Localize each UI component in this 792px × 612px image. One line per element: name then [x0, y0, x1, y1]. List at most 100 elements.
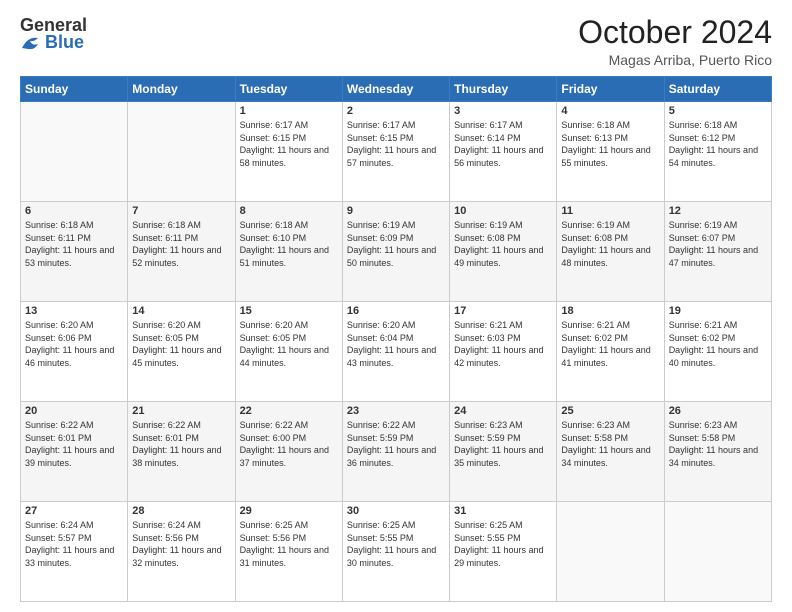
day-info: Sunrise: 6:23 AM Sunset: 5:58 PM Dayligh… — [669, 419, 767, 469]
calendar-cell: 16Sunrise: 6:20 AM Sunset: 6:04 PM Dayli… — [342, 302, 449, 402]
logo: General Blue — [20, 15, 87, 53]
day-info: Sunrise: 6:21 AM Sunset: 6:02 PM Dayligh… — [561, 319, 659, 369]
day-info: Sunrise: 6:18 AM Sunset: 6:11 PM Dayligh… — [132, 219, 230, 269]
calendar-week-row: 20Sunrise: 6:22 AM Sunset: 6:01 PM Dayli… — [21, 402, 772, 502]
day-number: 5 — [669, 105, 767, 117]
day-number: 23 — [347, 405, 445, 417]
day-number: 12 — [669, 205, 767, 217]
day-info: Sunrise: 6:25 AM Sunset: 5:56 PM Dayligh… — [240, 519, 338, 569]
day-number: 2 — [347, 105, 445, 117]
calendar-cell: 25 Sunrise: 6:23 AM Sunset: 5:58 PM Dayli… — [557, 402, 664, 502]
day-info: Sunrise: 6:20 AM Sunset: 6:05 PM Dayligh… — [132, 319, 230, 369]
calendar-cell: 8 Sunrise: 6:18 AM Sunset: 6:10 PM Daylig… — [235, 202, 342, 302]
calendar-cell: 19Sunrise: 6:21 AM Sunset: 6:02 PM Dayli… — [664, 302, 771, 402]
location: Magas Arriba, Puerto Rico — [578, 52, 772, 68]
day-number: 27 — [25, 505, 123, 517]
day-info: Sunrise: 6:19 AM Sunset: 6:08 PM Dayligh… — [454, 219, 552, 269]
calendar-week-row: 13Sunrise: 6:20 AM Sunset: 6:06 PM Dayli… — [21, 302, 772, 402]
calendar-cell — [557, 502, 664, 602]
day-number: 30 — [347, 505, 445, 517]
calendar-cell: 13Sunrise: 6:20 AM Sunset: 6:06 PM Dayli… — [21, 302, 128, 402]
calendar-cell: 10 Sunrise: 6:19 AM Sunset: 6:08 PM Dayli… — [450, 202, 557, 302]
calendar-cell: 6 Sunrise: 6:18 AM Sunset: 6:11 PM Daylig… — [21, 202, 128, 302]
day-info: Sunrise: 6:18 AM Sunset: 6:10 PM Dayligh… — [240, 219, 338, 269]
calendar-cell: 29 Sunrise: 6:25 AM Sunset: 5:56 PM Dayli… — [235, 502, 342, 602]
logo-blue-text: Blue — [45, 32, 84, 53]
title-area: October 2024 Magas Arriba, Puerto Rico — [578, 15, 772, 68]
calendar-cell — [664, 502, 771, 602]
calendar-cell: 1 Sunrise: 6:17 AM Sunset: 6:15 PM Daylig… — [235, 102, 342, 202]
day-number: 21 — [132, 405, 230, 417]
month-title: October 2024 — [578, 15, 772, 50]
day-info: Sunrise: 6:21 AM Sunset: 6:03 PM Dayligh… — [454, 319, 552, 369]
calendar-cell: 27Sunrise: 6:24 AM Sunset: 5:57 PM Dayli… — [21, 502, 128, 602]
header: General Blue October 2024 Magas Arriba, … — [20, 15, 772, 68]
day-number: 7 — [132, 205, 230, 217]
calendar-cell: 20Sunrise: 6:22 AM Sunset: 6:01 PM Dayli… — [21, 402, 128, 502]
calendar-day-header: Friday — [557, 77, 664, 102]
calendar-cell: 31 Sunrise: 6:25 AM Sunset: 5:55 PM Dayli… — [450, 502, 557, 602]
day-info: Sunrise: 6:19 AM Sunset: 6:08 PM Dayligh… — [561, 219, 659, 269]
calendar-day-header: Saturday — [664, 77, 771, 102]
day-info: Sunrise: 6:17 AM Sunset: 6:15 PM Dayligh… — [240, 119, 338, 169]
calendar-cell: 7 Sunrise: 6:18 AM Sunset: 6:11 PM Daylig… — [128, 202, 235, 302]
calendar-cell: 24Sunrise: 6:23 AM Sunset: 5:59 PM Dayli… — [450, 402, 557, 502]
calendar-day-header: Sunday — [21, 77, 128, 102]
day-number: 6 — [25, 205, 123, 217]
day-number: 17 — [454, 305, 552, 317]
calendar-day-header: Monday — [128, 77, 235, 102]
calendar-cell — [21, 102, 128, 202]
day-number: 31 — [454, 505, 552, 517]
calendar-cell — [128, 102, 235, 202]
day-number: 29 — [240, 505, 338, 517]
day-number: 28 — [132, 505, 230, 517]
day-info: Sunrise: 6:20 AM Sunset: 6:06 PM Dayligh… — [25, 319, 123, 369]
day-number: 20 — [25, 405, 123, 417]
day-info: Sunrise: 6:18 AM Sunset: 6:12 PM Dayligh… — [669, 119, 767, 169]
day-info: Sunrise: 6:20 AM Sunset: 6:05 PM Dayligh… — [240, 319, 338, 369]
calendar-cell: 21Sunrise: 6:22 AM Sunset: 6:01 PM Dayli… — [128, 402, 235, 502]
day-number: 14 — [132, 305, 230, 317]
calendar-cell: 3 Sunrise: 6:17 AM Sunset: 6:14 PM Daylig… — [450, 102, 557, 202]
day-info: Sunrise: 6:22 AM Sunset: 5:59 PM Dayligh… — [347, 419, 445, 469]
calendar-cell: 9Sunrise: 6:19 AM Sunset: 6:09 PM Daylig… — [342, 202, 449, 302]
day-number: 15 — [240, 305, 338, 317]
day-info: Sunrise: 6:17 AM Sunset: 6:14 PM Dayligh… — [454, 119, 552, 169]
day-info: Sunrise: 6:25 AM Sunset: 5:55 PM Dayligh… — [454, 519, 552, 569]
day-number: 25 — [561, 405, 659, 417]
day-info: Sunrise: 6:18 AM Sunset: 6:11 PM Dayligh… — [25, 219, 123, 269]
day-number: 8 — [240, 205, 338, 217]
calendar-cell: 15 Sunrise: 6:20 AM Sunset: 6:05 PM Dayli… — [235, 302, 342, 402]
day-info: Sunrise: 6:23 AM Sunset: 5:58 PM Dayligh… — [561, 419, 659, 469]
page: General Blue October 2024 Magas Arriba, … — [0, 0, 792, 612]
day-info: Sunrise: 6:20 AM Sunset: 6:04 PM Dayligh… — [347, 319, 445, 369]
day-info: Sunrise: 6:22 AM Sunset: 6:00 PM Dayligh… — [240, 419, 338, 469]
day-info: Sunrise: 6:19 AM Sunset: 6:09 PM Dayligh… — [347, 219, 445, 269]
calendar-day-header: Tuesday — [235, 77, 342, 102]
day-info: Sunrise: 6:19 AM Sunset: 6:07 PM Dayligh… — [669, 219, 767, 269]
calendar-cell: 28 Sunrise: 6:24 AM Sunset: 5:56 PM Dayli… — [128, 502, 235, 602]
day-number: 19 — [669, 305, 767, 317]
day-info: Sunrise: 6:24 AM Sunset: 5:56 PM Dayligh… — [132, 519, 230, 569]
calendar-day-header: Wednesday — [342, 77, 449, 102]
calendar-cell: 4Sunrise: 6:18 AM Sunset: 6:13 PM Daylig… — [557, 102, 664, 202]
calendar-cell: 17 Sunrise: 6:21 AM Sunset: 6:03 PM Dayli… — [450, 302, 557, 402]
day-number: 1 — [240, 105, 338, 117]
calendar-cell: 30 Sunrise: 6:25 AM Sunset: 5:55 PM Dayli… — [342, 502, 449, 602]
day-info: Sunrise: 6:23 AM Sunset: 5:59 PM Dayligh… — [454, 419, 552, 469]
calendar-header-row: SundayMondayTuesdayWednesdayThursdayFrid… — [21, 77, 772, 102]
calendar-week-row: 1 Sunrise: 6:17 AM Sunset: 6:15 PM Daylig… — [21, 102, 772, 202]
calendar-week-row: 6 Sunrise: 6:18 AM Sunset: 6:11 PM Daylig… — [21, 202, 772, 302]
day-number: 10 — [454, 205, 552, 217]
day-info: Sunrise: 6:17 AM Sunset: 6:15 PM Dayligh… — [347, 119, 445, 169]
calendar-cell: 5 Sunrise: 6:18 AM Sunset: 6:12 PM Daylig… — [664, 102, 771, 202]
calendar: SundayMondayTuesdayWednesdayThursdayFrid… — [20, 76, 772, 602]
day-number: 26 — [669, 405, 767, 417]
calendar-cell: 2 Sunrise: 6:17 AM Sunset: 6:15 PM Daylig… — [342, 102, 449, 202]
calendar-cell: 12 Sunrise: 6:19 AM Sunset: 6:07 PM Dayli… — [664, 202, 771, 302]
day-info: Sunrise: 6:25 AM Sunset: 5:55 PM Dayligh… — [347, 519, 445, 569]
day-number: 18 — [561, 305, 659, 317]
calendar-cell: 23 Sunrise: 6:22 AM Sunset: 5:59 PM Dayli… — [342, 402, 449, 502]
day-info: Sunrise: 6:18 AM Sunset: 6:13 PM Dayligh… — [561, 119, 659, 169]
day-number: 3 — [454, 105, 552, 117]
